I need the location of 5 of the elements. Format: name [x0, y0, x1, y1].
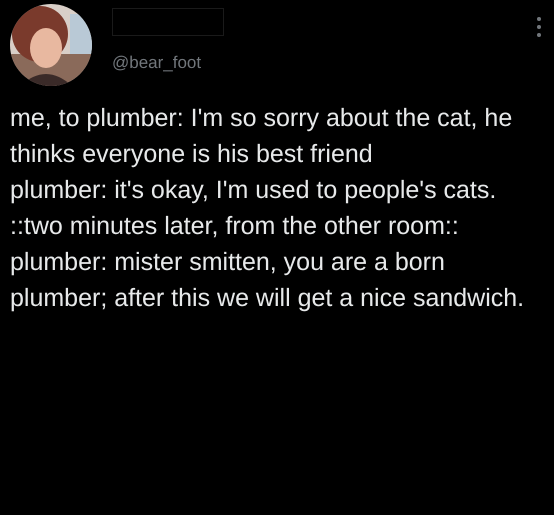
tweet-text: plumber: mister smitten, you are a born plumber; after this we will get a nice sandwich. — [10, 247, 526, 314]
user-handle: @bear_foot — [112, 52, 202, 74]
tweet-text: plumber: it's okay, I'm used to people's cats. — [10, 175, 498, 206]
more-options-icon[interactable] — [536, 16, 542, 38]
tweet-text: ::two minutes later, from the other room:: — [10, 211, 460, 242]
